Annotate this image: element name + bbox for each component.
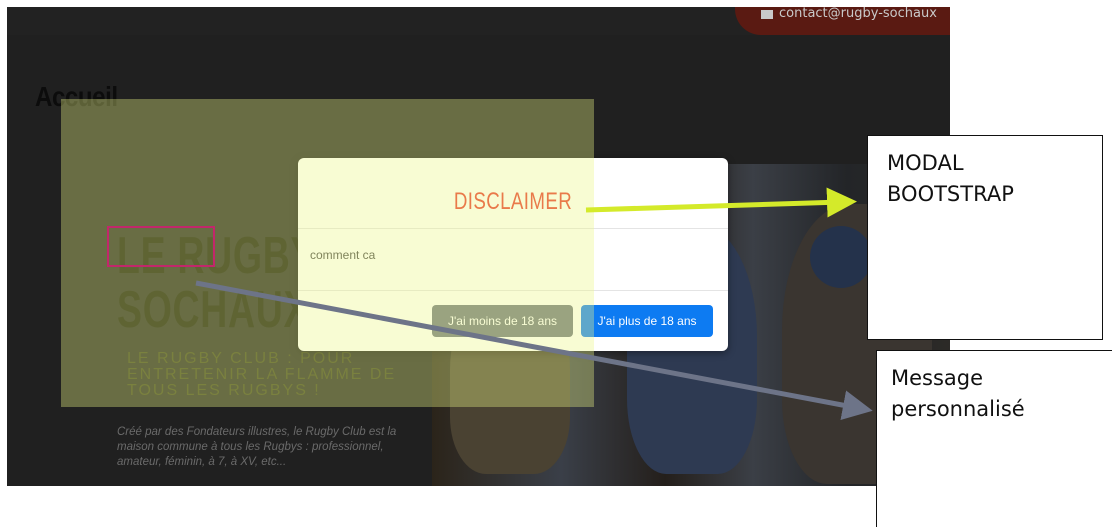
contact-email[interactable]: contact@rugby-sochaux (779, 7, 937, 21)
callout-line: personnalisé (891, 397, 1025, 421)
contact-pill[interactable]: contact@rugby-sochaux (735, 7, 950, 35)
helmet-image (810, 226, 872, 288)
callout-line: Message (891, 366, 984, 390)
callout-line: MODAL (887, 151, 964, 175)
callout-custom-message: Message personnalisé (876, 350, 1112, 527)
over-18-button[interactable]: J'ai plus de 18 ans (581, 305, 713, 337)
annotation-pink-box (107, 226, 215, 267)
callout-line: BOOTSTRAP (887, 182, 1014, 206)
top-bar: contact@rugby-sochaux (7, 7, 950, 35)
callout-modal-bootstrap: MODAL BOOTSTRAP (867, 135, 1103, 340)
hero-description: Créé par des Fondateurs illustres, le Ru… (117, 426, 397, 468)
mail-icon (761, 10, 773, 19)
